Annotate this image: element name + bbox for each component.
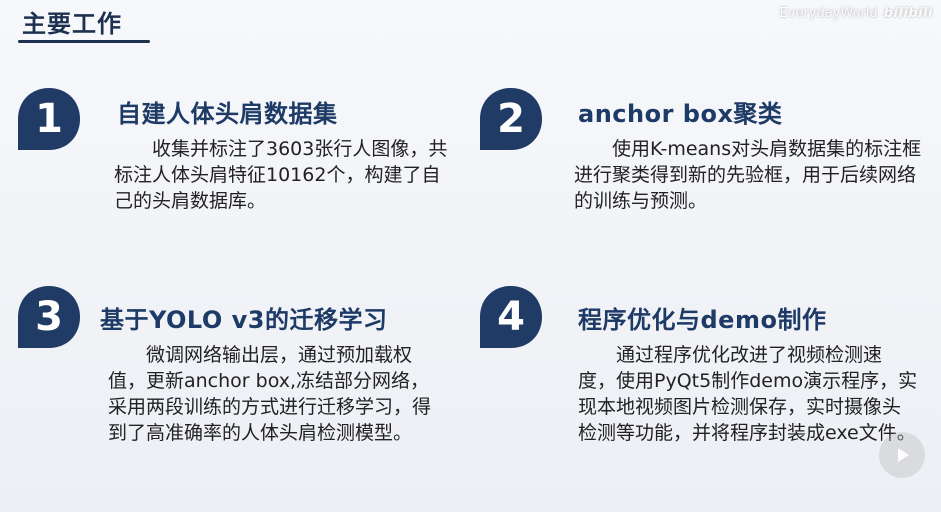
item-description: 通过程序优化改进了视频检测速度，使用PyQt5制作demo演示程序，实现本地视频… — [578, 344, 918, 444]
item-number-badge: 2 — [476, 84, 546, 154]
watermark-text: EverydayWorld — [779, 6, 878, 21]
item-description: 收集并标注了3603张行人图像，共标注人体头肩特征10162个，构建了自己的头肩… — [114, 138, 448, 212]
video-watermark: EverydayWorld bilibili — [780, 6, 933, 21]
item-title: 自建人体头肩数据集 — [117, 100, 338, 128]
work-item-4: 4 程序优化与demo制作 通过程序优化改进了视频检测速度，使用PyQt5制作d… — [476, 282, 936, 512]
item-number-badge: 1 — [14, 84, 84, 154]
item-number: 4 — [497, 294, 525, 340]
item-number: 2 — [497, 96, 525, 142]
item-description: 使用K-means对头肩数据集的标注框进行聚类得到新的先验框，用于后续网络的训练… — [574, 138, 922, 212]
work-item-2: 2 anchor box聚类 使用K-means对头肩数据集的标注框进行聚类得到… — [476, 84, 936, 274]
work-item-1: 1 自建人体头肩数据集 收集并标注了3603张行人图像，共标注人体头肩特征101… — [14, 84, 447, 274]
item-number-badge: 3 — [14, 282, 84, 352]
bilibili-logo: bilibili — [883, 6, 933, 21]
page-title: 主要工作 — [22, 10, 122, 38]
item-number: 1 — [35, 96, 63, 142]
item-title: 基于YOLO v3的迁移学习 — [100, 306, 388, 334]
item-number-badge: 4 — [476, 282, 546, 352]
item-title: anchor box聚类 — [578, 100, 783, 128]
title-underline — [18, 40, 150, 43]
video-play-button[interactable] — [879, 432, 925, 478]
work-item-3: 3 基于YOLO v3的迁移学习 微调网络输出层，通过预加载权值，更新ancho… — [14, 282, 444, 512]
item-number: 3 — [35, 294, 63, 340]
play-icon — [898, 448, 909, 462]
item-description: 微调网络输出层，通过预加载权值，更新anchor box,冻结部分网络，采用两段… — [108, 344, 432, 444]
item-title: 程序优化与demo制作 — [578, 306, 827, 334]
